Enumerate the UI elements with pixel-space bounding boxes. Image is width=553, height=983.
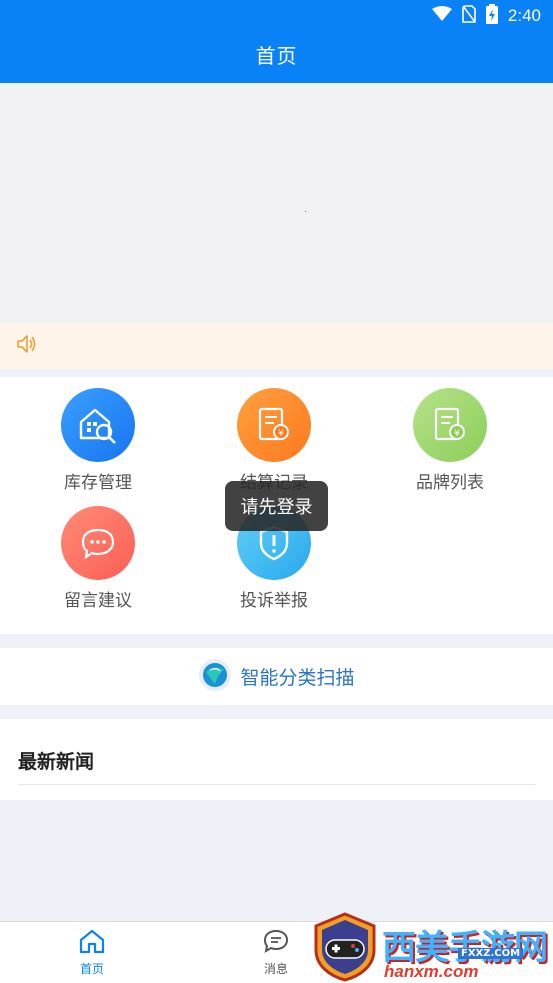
- grid-item-label: 投诉举报: [240, 591, 308, 611]
- nav-messages[interactable]: 消息: [246, 928, 306, 977]
- news-heading: 最新新闻: [18, 719, 535, 785]
- nav-label: 首页: [79, 962, 104, 976]
- watermark-url-small: FXXZ.COM: [458, 948, 524, 959]
- svg-text:¥: ¥: [454, 429, 460, 439]
- gamepad-shield-icon: [312, 912, 378, 983]
- watermark: 西美手游网 FXXZ.COM hanxm.com: [312, 912, 553, 983]
- message-icon: [262, 928, 290, 958]
- wifi-icon: [431, 6, 452, 26]
- banner-placeholder-dot: [305, 211, 306, 212]
- grid-item-brand-list[interactable]: ¥ 品牌列表: [362, 388, 538, 493]
- grid-item-inventory[interactable]: 库存管理: [10, 388, 186, 493]
- page-title: 首页: [255, 44, 298, 68]
- chat-bubble-icon: [61, 506, 135, 580]
- document-yuan-icon: ¥: [237, 388, 311, 462]
- nav-label: 消息: [263, 962, 288, 976]
- app-header: 2:40 首页: [0, 0, 553, 83]
- grid-item-label: 品牌列表: [416, 473, 484, 493]
- scan-logo-icon: [198, 658, 232, 696]
- speaker-icon: [16, 334, 38, 358]
- smart-scan-label: 智能分类扫描: [240, 667, 355, 689]
- watermark-url: hanxm.com: [384, 962, 479, 981]
- warehouse-search-icon: [61, 388, 135, 462]
- svg-text:¥: ¥: [278, 429, 284, 439]
- home-icon: [78, 928, 106, 958]
- news-section: 最新新闻: [0, 719, 553, 800]
- banner-carousel[interactable]: [0, 83, 553, 322]
- notice-bar[interactable]: [0, 323, 553, 369]
- nav-home[interactable]: 首页: [62, 928, 122, 977]
- list-yuan-icon: ¥: [413, 388, 487, 462]
- no-sim-icon: [462, 5, 476, 27]
- status-time: 2:40: [507, 6, 541, 25]
- battery-charging-icon: [485, 4, 498, 28]
- grid-item-label: 库存管理: [64, 473, 132, 493]
- grid-item-label: 留言建议: [64, 591, 132, 611]
- grid-item-feedback[interactable]: 留言建议: [10, 506, 186, 611]
- smart-scan-button[interactable]: 智能分类扫描: [0, 648, 553, 705]
- grid-item-settlement[interactable]: ¥ 结算记录: [186, 388, 362, 493]
- status-bar: 2:40: [431, 4, 541, 28]
- login-toast: 请先登录: [225, 481, 328, 531]
